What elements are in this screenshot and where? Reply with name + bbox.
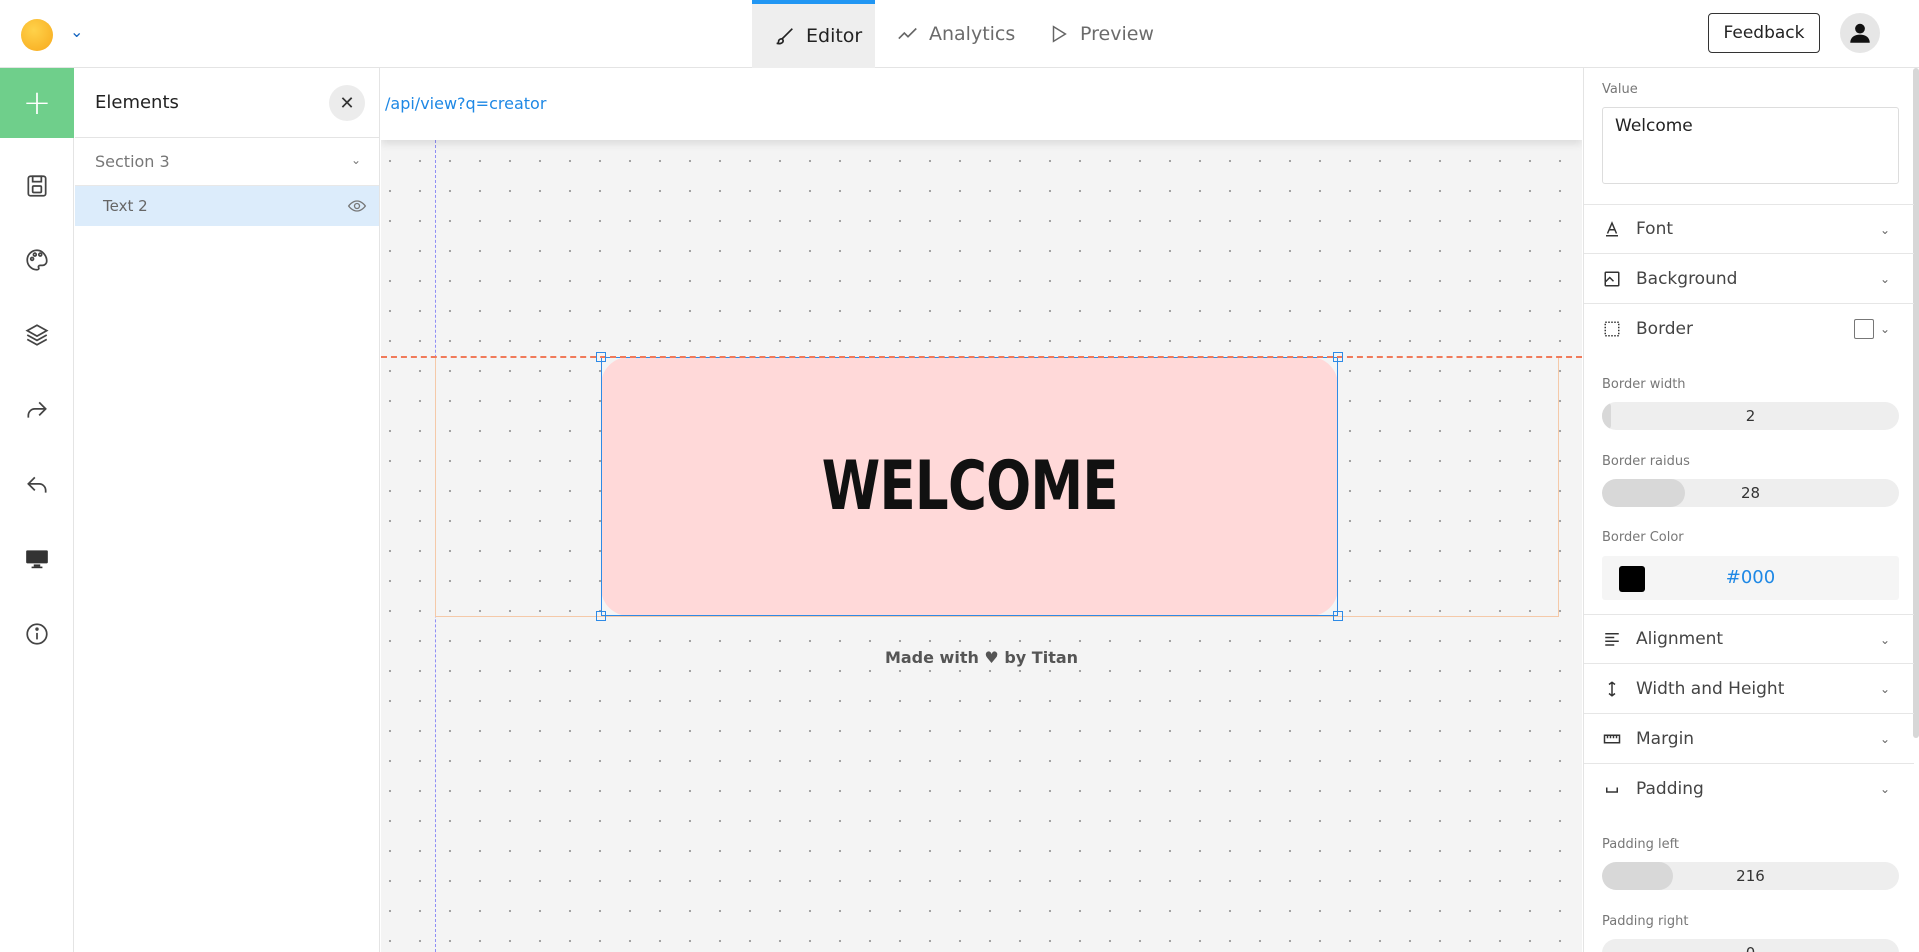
resize-handle-bottom-right[interactable] [1333, 611, 1343, 621]
tab-label: Editor [806, 25, 863, 47]
border-color-label: Border Color [1602, 530, 1684, 545]
chevron-down-icon[interactable]: ⌄ [1880, 782, 1890, 796]
section-item[interactable]: Section 3 ⌄ [75, 138, 379, 186]
border-icon [1602, 319, 1622, 339]
tab-analytics[interactable]: Analytics [897, 0, 1015, 68]
border-width-label: Border width [1602, 377, 1686, 392]
tab-label: Preview [1080, 23, 1154, 45]
logo-icon[interactable] [21, 19, 53, 51]
align-left-icon [1602, 629, 1622, 649]
alignment-label: Alignment [1636, 629, 1724, 649]
chevron-down-icon[interactable]: ⌄ [1880, 732, 1890, 746]
border-label: Border [1636, 319, 1693, 339]
margin-row[interactable]: Margin ⌄ [1584, 714, 1914, 764]
slider-value: 2 [1745, 407, 1756, 425]
elements-title: Elements [95, 92, 179, 113]
border-color-value[interactable]: #000 [1602, 567, 1899, 588]
padding-left-label: Padding left [1602, 837, 1680, 852]
add-element-button[interactable]: + [0, 68, 74, 138]
play-icon [1052, 25, 1067, 43]
desktop-icon[interactable] [23, 545, 51, 573]
border-radius-label: Border raidus [1602, 454, 1690, 469]
width-height-label: Width and Height [1636, 678, 1785, 699]
selection-frame [601, 357, 1338, 616]
resize-handle-top-right[interactable] [1333, 352, 1343, 362]
chevron-down-icon[interactable]: ⌄ [351, 153, 361, 167]
properties-panel: Value Welcome Font ⌄ Background ⌄ Border… [1583, 68, 1919, 952]
user-icon [1850, 23, 1870, 43]
vertical-resize-icon [1602, 679, 1622, 699]
element-label: Text 2 [103, 197, 148, 215]
font-row[interactable]: Font ⌄ [1584, 204, 1914, 254]
font-label: Font [1636, 219, 1674, 239]
palette-icon[interactable] [23, 246, 51, 274]
tool-rail: + [0, 68, 74, 952]
background-label: Background [1636, 268, 1738, 289]
page-url[interactable]: /api/view?q=creator [385, 94, 546, 113]
chevron-down-icon[interactable]: ⌄ [1880, 633, 1890, 647]
margin-label: Margin [1636, 728, 1695, 749]
padding-right-slider[interactable]: 0 [1602, 939, 1899, 952]
avatar[interactable] [1840, 13, 1880, 53]
chevron-down-icon[interactable]: ⌄ [1880, 223, 1890, 237]
layers-icon[interactable] [23, 321, 51, 349]
border-width-slider[interactable]: 2 [1602, 402, 1899, 430]
brush-icon [776, 28, 793, 45]
url-bar: /api/view?q=creator [381, 68, 1582, 140]
padding-label: Padding [1636, 779, 1704, 799]
padding-row[interactable]: Padding ⌄ [1584, 764, 1914, 814]
top-bar: ⌄ Editor Analytics Preview Feedback [0, 0, 1919, 68]
redo-icon[interactable] [23, 396, 51, 424]
close-icon[interactable]: ✕ [329, 85, 365, 121]
made-with-footer: Made with ♥ by Titan [884, 648, 1079, 667]
slider-value: 28 [1740, 484, 1761, 502]
tab-preview[interactable]: Preview [1048, 0, 1154, 68]
border-radius-slider[interactable]: 28 [1602, 479, 1899, 507]
editor-canvas[interactable]: /api/view?q=creator WELCOME Made with ♥ … [381, 68, 1582, 952]
undo-icon[interactable] [23, 471, 51, 499]
chevron-down-icon[interactable]: ⌄ [70, 22, 83, 41]
tab-label: Analytics [929, 23, 1016, 45]
font-icon [1602, 219, 1622, 239]
elements-panel: Elements ✕ Section 3 ⌄ Text 2 [75, 68, 380, 952]
border-row[interactable]: Border ⌄ [1584, 304, 1914, 354]
info-icon[interactable] [23, 620, 51, 648]
tab-editor[interactable]: Editor [752, 0, 875, 68]
resize-handle-top-left[interactable] [596, 352, 606, 362]
width-height-row[interactable]: Width and Height ⌄ [1584, 664, 1914, 714]
padding-right-label: Padding right [1602, 914, 1689, 929]
padding-icon [1602, 779, 1622, 799]
background-row[interactable]: Background ⌄ [1584, 254, 1914, 304]
padding-left-slider[interactable]: 216 [1602, 862, 1899, 890]
alignment-row[interactable]: Alignment ⌄ [1584, 614, 1914, 664]
chevron-down-icon[interactable]: ⌄ [1880, 682, 1890, 696]
eye-icon[interactable] [347, 196, 367, 216]
value-textarea[interactable]: Welcome [1602, 107, 1899, 184]
guide-horizontal [381, 356, 1582, 358]
border-color-picker[interactable]: #000 [1602, 556, 1899, 600]
border-checkbox[interactable] [1854, 319, 1874, 339]
background-icon [1602, 269, 1622, 289]
value-label: Value [1602, 82, 1638, 97]
slider-value: 216 [1736, 867, 1765, 885]
resize-handle-bottom-left[interactable] [596, 611, 606, 621]
chevron-down-icon[interactable]: ⌄ [1880, 322, 1890, 336]
slider-value: 0 [1602, 939, 1899, 952]
save-icon[interactable] [23, 172, 51, 200]
trend-icon [898, 27, 917, 40]
ruler-icon [1602, 729, 1622, 749]
feedback-button[interactable]: Feedback [1708, 13, 1820, 53]
element-item-text-2[interactable]: Text 2 [75, 186, 379, 226]
chevron-down-icon[interactable]: ⌄ [1880, 272, 1890, 286]
section-label: Section 3 [95, 152, 170, 171]
